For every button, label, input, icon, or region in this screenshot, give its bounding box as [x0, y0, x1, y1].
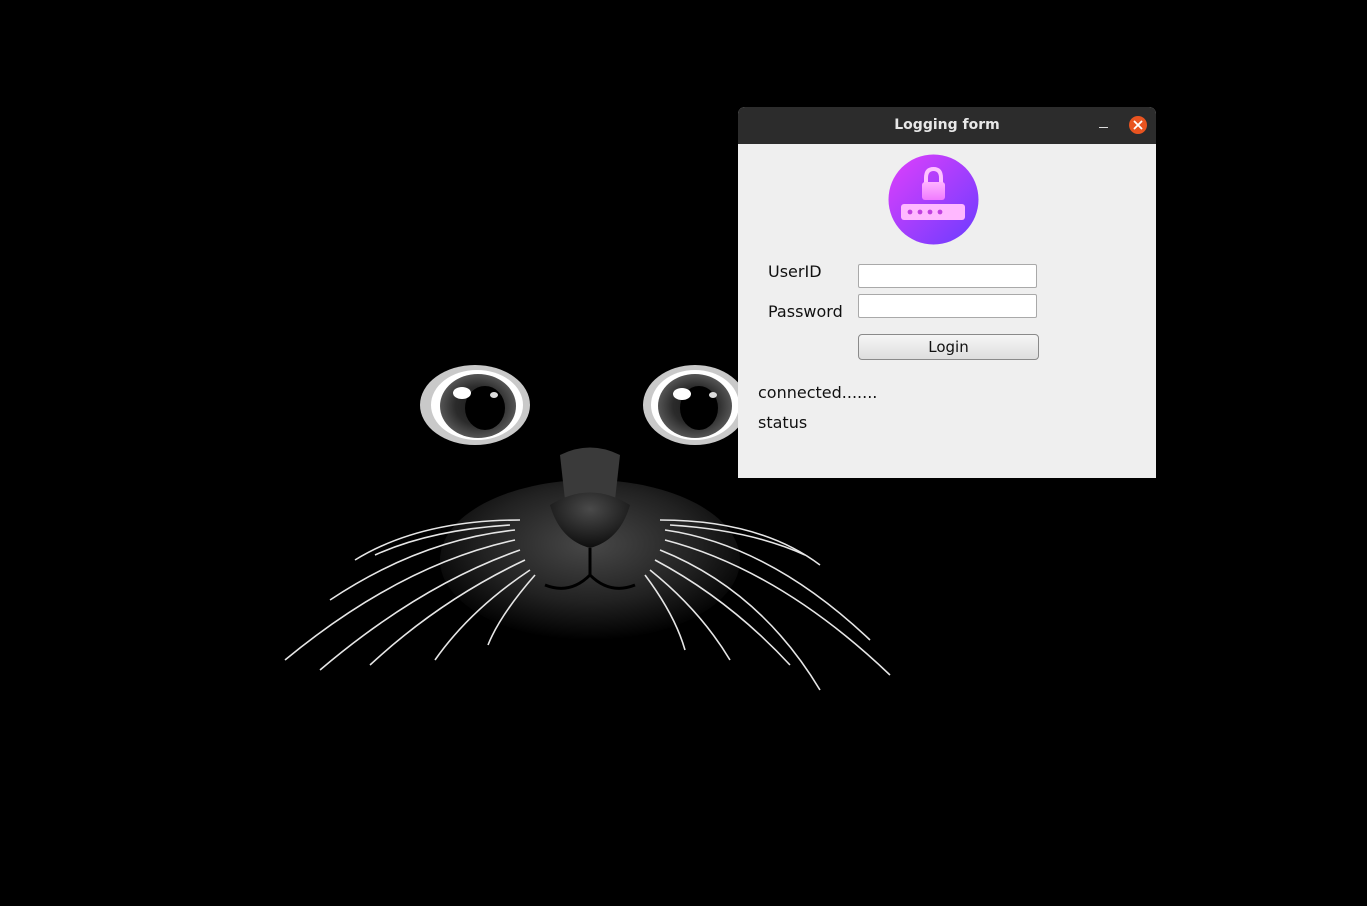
connection-status-text: connected.......: [758, 383, 878, 402]
login-button[interactable]: Login: [858, 334, 1039, 360]
close-icon: [1133, 120, 1143, 130]
userid-input[interactable]: [858, 264, 1037, 288]
lock-password-icon: [888, 154, 979, 245]
password-label: Password: [768, 302, 843, 321]
minimize-button[interactable]: [1094, 117, 1114, 135]
close-button[interactable]: [1129, 116, 1147, 134]
status-text: status: [758, 413, 808, 432]
minimize-icon: [1099, 127, 1108, 128]
login-window: Logging form UserID Password Login conne…: [738, 107, 1156, 478]
cat-face-wallpaper: [284, 365, 891, 691]
userid-label: UserID: [768, 262, 822, 281]
cat-right-eye: [643, 365, 747, 445]
desktop: Logging form UserID Password Login conne…: [0, 0, 1367, 906]
title-bar[interactable]: Logging form: [738, 107, 1156, 144]
cat-left-eye: [420, 365, 530, 445]
password-input[interactable]: [858, 294, 1037, 318]
